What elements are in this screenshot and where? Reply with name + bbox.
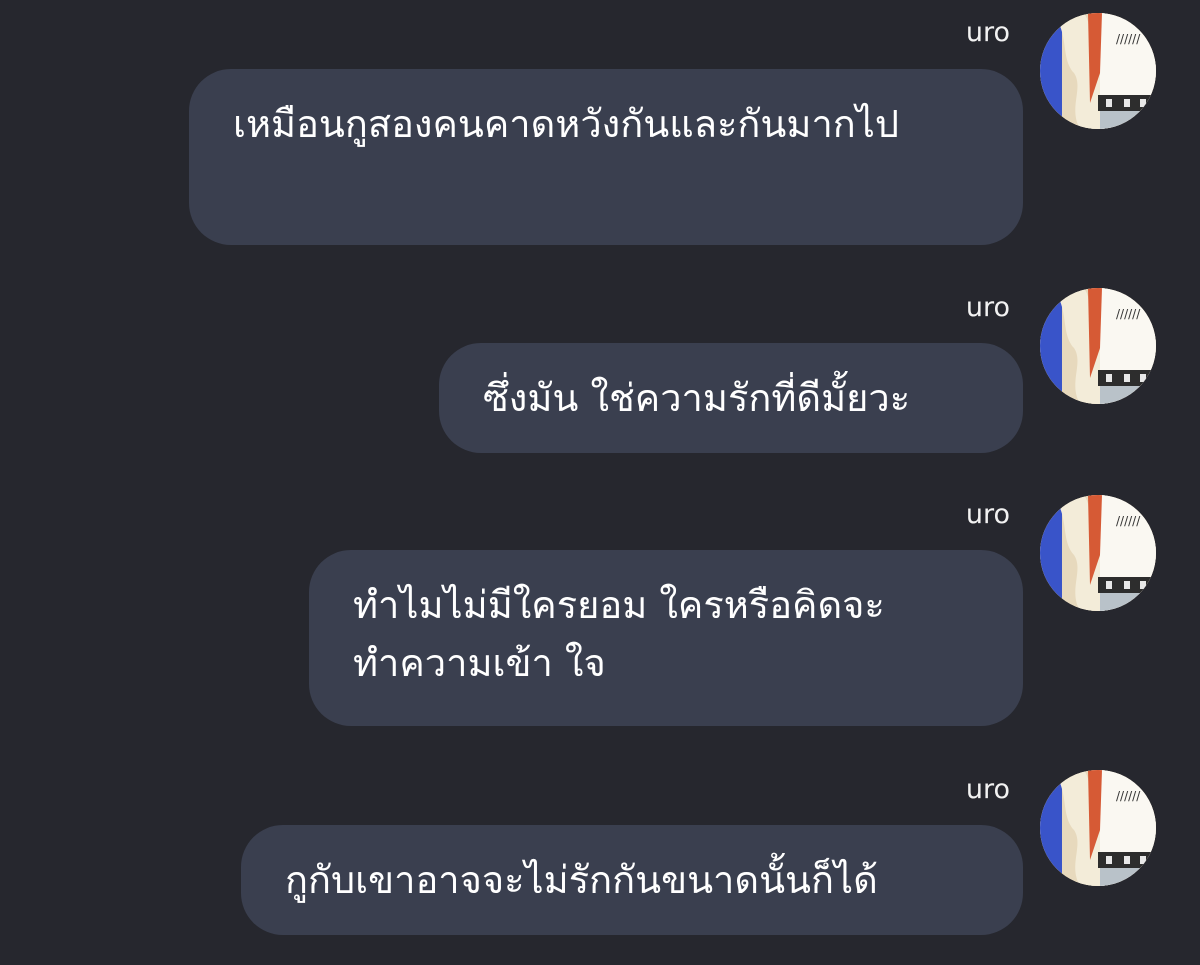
user-avatar-icon[interactable]: //////	[1040, 770, 1156, 886]
chat-thread: uro ////// เหมือนกูสองคนคาดหวังกันและกัน…	[0, 0, 1200, 965]
user-avatar-icon[interactable]: //////	[1040, 13, 1156, 129]
message-text: เหมือนกูสองคนคาดหวังกันและกันมากไป	[233, 102, 900, 146]
message-bubble[interactable]: กูกับเขาอาจจะไม่รักกันขนาดนั้นก็ได้	[241, 825, 1023, 935]
message-text: กูกับเขาอาจจะไม่รักกันขนาดนั้นก็ได้	[285, 858, 878, 902]
message-bubble[interactable]: เหมือนกูสองคนคาดหวังกันและกันมากไป	[189, 69, 1023, 245]
user-avatar-icon[interactable]: //////	[1040, 288, 1156, 404]
sender-name: uro	[965, 774, 1010, 805]
user-avatar-icon[interactable]: //////	[1040, 495, 1156, 611]
svg-text://////: //////	[1116, 32, 1141, 46]
sender-name: uro	[965, 499, 1010, 530]
message-bubble[interactable]: ซึ่งมัน ใช่ความรักที่ดีมั้ยวะ	[439, 343, 1023, 453]
message-text: ทำไมไม่มีใครยอม ใครหรือคิดจะทำความเข้า ใ…	[353, 583, 885, 685]
sender-name: uro	[965, 292, 1010, 323]
svg-text://////: //////	[1116, 789, 1141, 803]
message-bubble[interactable]: ทำไมไม่มีใครยอม ใครหรือคิดจะทำความเข้า ใ…	[309, 550, 1023, 726]
sender-name: uro	[965, 17, 1010, 48]
message-text: ซึ่งมัน ใช่ความรักที่ดีมั้ยวะ	[483, 376, 911, 420]
svg-text://////: //////	[1116, 514, 1141, 528]
svg-text://////: //////	[1116, 307, 1141, 321]
